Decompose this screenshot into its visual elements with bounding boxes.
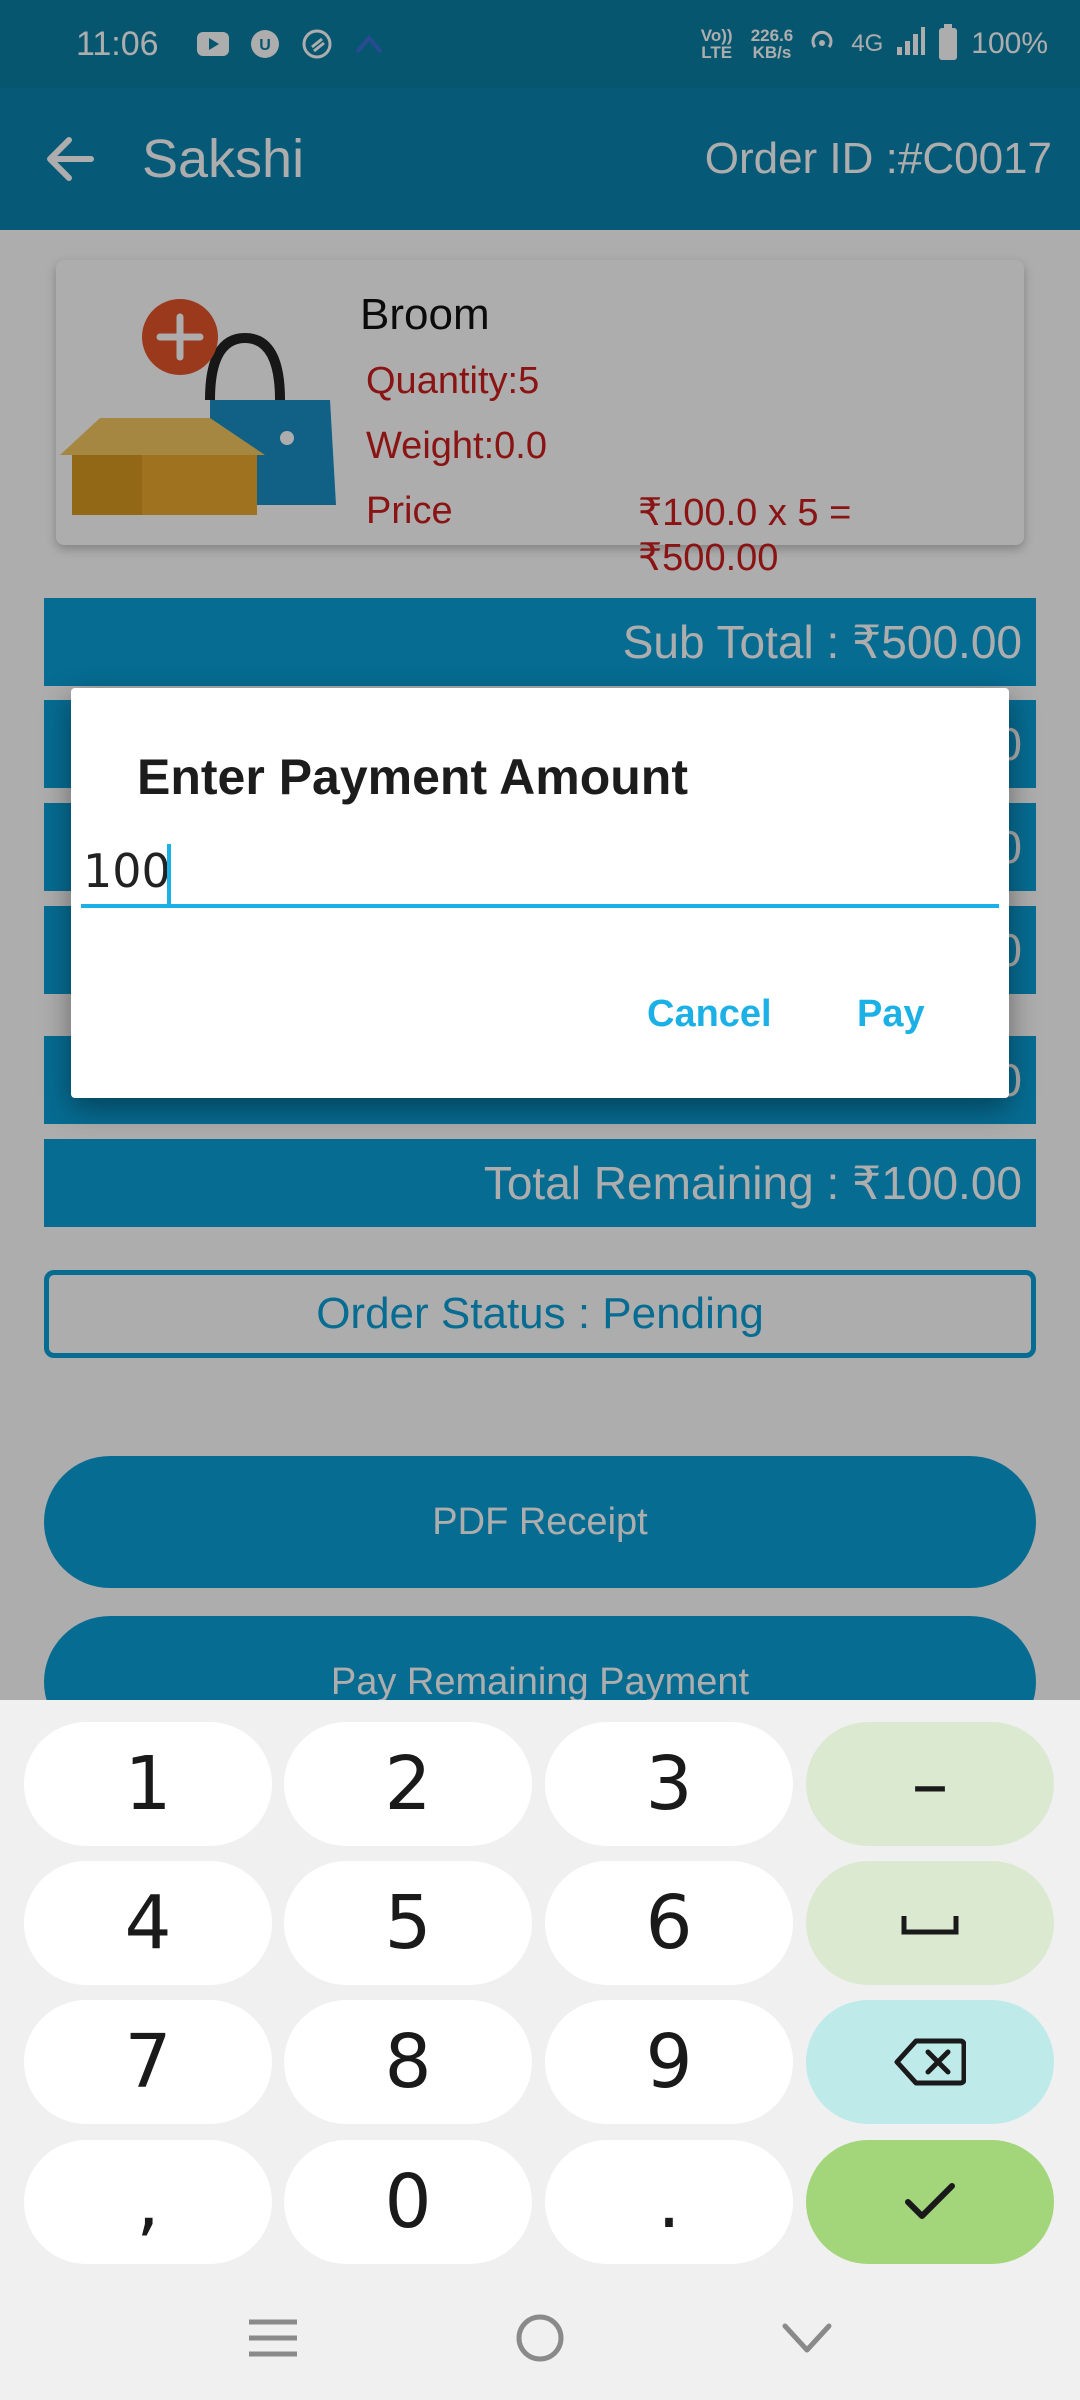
payment-amount-input[interactable] [81, 838, 999, 908]
check-icon [905, 2183, 955, 2219]
key-done[interactable] [806, 2140, 1054, 2264]
key-7[interactable]: 7 [24, 2000, 272, 2124]
payment-dialog: Enter Payment Amount Cancel Pay [71, 688, 1009, 1098]
key-9[interactable]: 9 [545, 2000, 793, 2124]
dialog-title: Enter Payment Amount [137, 749, 689, 805]
pay-button[interactable]: Pay [857, 993, 925, 1036]
key-3[interactable]: 3 [545, 1722, 793, 1846]
back-nav-button[interactable] [781, 2320, 833, 2361]
key-1[interactable]: 1 [24, 1722, 272, 1846]
key-6[interactable]: 6 [545, 1861, 793, 1985]
home-button[interactable] [514, 2312, 566, 2369]
key-period[interactable]: . [545, 2140, 793, 2264]
system-nav-bar [0, 2280, 1080, 2400]
key-comma[interactable]: , [24, 2140, 272, 2264]
dialog-scrim-top [0, 0, 1080, 230]
text-cursor [167, 844, 171, 908]
key-4[interactable]: 4 [24, 1861, 272, 1985]
key-5[interactable]: 5 [284, 1861, 532, 1985]
key-0[interactable]: 0 [284, 2140, 532, 2264]
home-circle-icon [516, 2314, 564, 2361]
key-minus[interactable]: – [806, 1722, 1054, 1846]
key-8[interactable]: 8 [284, 2000, 532, 2124]
cancel-button[interactable]: Cancel [647, 993, 772, 1036]
key-2[interactable]: 2 [284, 1722, 532, 1846]
recent-apps-button[interactable] [247, 2316, 299, 2365]
space-icon [901, 1916, 959, 1935]
chevron-down-icon [782, 2323, 832, 2352]
key-space[interactable] [806, 1861, 1054, 1985]
backspace-icon [894, 2038, 966, 2086]
key-backspace[interactable] [806, 2000, 1054, 2124]
menu-icon [249, 2319, 298, 2356]
numeric-keyboard: 1 2 3 – 4 5 6 7 8 9 , 0 . [0, 1700, 1080, 2280]
